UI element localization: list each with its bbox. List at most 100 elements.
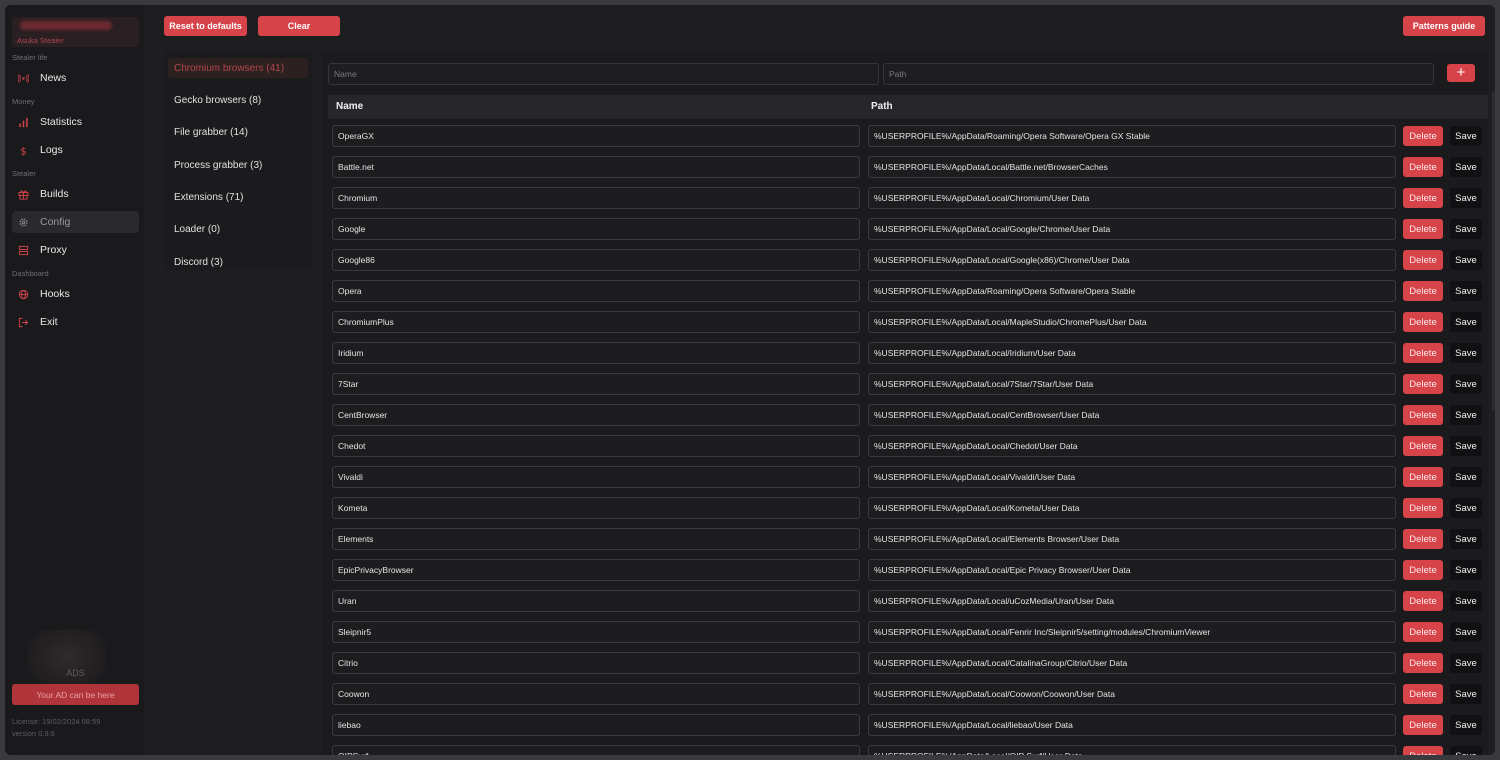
delete-button[interactable]: Delete bbox=[1403, 250, 1443, 270]
delete-button[interactable]: Delete bbox=[1403, 405, 1443, 425]
save-button[interactable]: Save bbox=[1450, 529, 1482, 549]
row-path-field[interactable]: %USERPROFILE%/AppData/Local/uCozMedia/Ur… bbox=[868, 590, 1396, 612]
delete-button[interactable]: Delete bbox=[1403, 312, 1443, 332]
row-name-field[interactable]: Kometa bbox=[332, 497, 860, 519]
tab-file-grabber[interactable]: File grabber (14) bbox=[168, 122, 308, 142]
sidebar-item-config[interactable]: Config bbox=[12, 211, 139, 233]
delete-button[interactable]: Delete bbox=[1403, 188, 1443, 208]
delete-button[interactable]: Delete bbox=[1403, 529, 1443, 549]
save-button[interactable]: Save bbox=[1450, 312, 1482, 332]
save-button[interactable]: Save bbox=[1450, 281, 1482, 301]
row-path-field[interactable]: %USERPROFILE%/AppData/Local/Chromium/Use… bbox=[868, 187, 1396, 209]
row-path-field[interactable]: %USERPROFILE%/AppData/Local/7Star/7Star/… bbox=[868, 373, 1396, 395]
row-path-field[interactable]: %USERPROFILE%/AppData/Local/Google(x86)/… bbox=[868, 249, 1396, 271]
save-button[interactable]: Save bbox=[1450, 560, 1482, 580]
row-path-field[interactable]: %USERPROFILE%/AppData/Local/Google/Chrom… bbox=[868, 218, 1396, 240]
tab-extensions[interactable]: Extensions (71) bbox=[168, 187, 308, 207]
save-button[interactable]: Save bbox=[1450, 715, 1482, 735]
row-name-field[interactable]: Elements bbox=[332, 528, 860, 550]
row-path-field[interactable]: %USERPROFILE%/AppData/Local/Elements Bro… bbox=[868, 528, 1396, 550]
delete-button[interactable]: Delete bbox=[1403, 219, 1443, 239]
sidebar-item-proxy[interactable]: Proxy bbox=[12, 239, 139, 261]
row-name-field[interactable]: Citrio bbox=[332, 652, 860, 674]
row-name-field[interactable]: Google bbox=[332, 218, 860, 240]
save-button[interactable]: Save bbox=[1450, 591, 1482, 611]
row-path-field[interactable]: %USERPROFILE%/AppData/Roaming/Opera Soft… bbox=[868, 125, 1396, 147]
row-path-field[interactable]: %USERPROFILE%/AppData/Local/Epic Privacy… bbox=[868, 559, 1396, 581]
name-input[interactable]: Name bbox=[328, 63, 879, 85]
tab-process-grabber[interactable]: Process grabber (3) bbox=[168, 155, 308, 175]
tab-loader[interactable]: Loader (0) bbox=[168, 219, 308, 239]
tab-chromium-browsers[interactable]: Chromium browsers (41) bbox=[168, 58, 308, 78]
delete-button[interactable]: Delete bbox=[1403, 374, 1443, 394]
row-path-field[interactable]: %USERPROFILE%/AppData/Local/Coowon/Coowo… bbox=[868, 683, 1396, 705]
row-name-field[interactable]: ChromiumPlus bbox=[332, 311, 860, 333]
row-name-field[interactable]: 7Star bbox=[332, 373, 860, 395]
row-name-field[interactable]: Google86 bbox=[332, 249, 860, 271]
row-name-field[interactable]: Battle.net bbox=[332, 156, 860, 178]
delete-button[interactable]: Delete bbox=[1403, 715, 1443, 735]
row-name-field[interactable]: Iridium bbox=[332, 342, 860, 364]
sidebar-item-builds[interactable]: Builds bbox=[12, 183, 139, 205]
tab-gecko-browsers[interactable]: Gecko browsers (8) bbox=[168, 90, 308, 110]
delete-button[interactable]: Delete bbox=[1403, 622, 1443, 642]
sidebar-item-exit[interactable]: Exit bbox=[12, 311, 139, 333]
row-path-field[interactable]: %USERPROFILE%/AppData/Local/Kometa/User … bbox=[868, 497, 1396, 519]
save-button[interactable]: Save bbox=[1450, 746, 1482, 755]
row-path-field[interactable]: %USERPROFILE%/AppData/Local/CatalinaGrou… bbox=[868, 652, 1396, 674]
delete-button[interactable]: Delete bbox=[1403, 126, 1443, 146]
save-button[interactable]: Save bbox=[1450, 157, 1482, 177]
row-name-field[interactable]: Chromium bbox=[332, 187, 860, 209]
save-button[interactable]: Save bbox=[1450, 653, 1482, 673]
reset-defaults-button[interactable]: Reset to defaults bbox=[164, 16, 247, 36]
delete-button[interactable]: Delete bbox=[1403, 560, 1443, 580]
delete-button[interactable]: Delete bbox=[1403, 281, 1443, 301]
sidebar-item-logs[interactable]: $ Logs bbox=[12, 139, 139, 161]
save-button[interactable]: Save bbox=[1450, 126, 1482, 146]
row-name-field[interactable]: liebao bbox=[332, 714, 860, 736]
row-name-field[interactable]: EpicPrivacyBrowser bbox=[332, 559, 860, 581]
tab-discord[interactable]: Discord (3) bbox=[168, 252, 308, 272]
delete-button[interactable]: Delete bbox=[1403, 467, 1443, 487]
ad-placeholder-button[interactable]: Your AD can be here bbox=[12, 684, 139, 705]
save-button[interactable]: Save bbox=[1450, 343, 1482, 363]
save-button[interactable]: Save bbox=[1450, 188, 1482, 208]
row-path-field[interactable]: %USERPROFILE%/AppData/Local/MapleStudio/… bbox=[868, 311, 1396, 333]
delete-button[interactable]: Delete bbox=[1403, 591, 1443, 611]
sidebar-item-hooks[interactable]: Hooks bbox=[12, 283, 139, 305]
delete-button[interactable]: Delete bbox=[1403, 746, 1443, 755]
sidebar-item-statistics[interactable]: Statistics bbox=[12, 111, 139, 133]
row-path-field[interactable]: %USERPROFILE%/AppData/Local/Fenrir Inc/S… bbox=[868, 621, 1396, 643]
save-button[interactable]: Save bbox=[1450, 219, 1482, 239]
row-name-field[interactable]: OperaGX bbox=[332, 125, 860, 147]
row-name-field[interactable]: Vivaldi bbox=[332, 466, 860, 488]
sidebar-item-news[interactable]: News bbox=[12, 67, 139, 89]
delete-button[interactable]: Delete bbox=[1403, 684, 1443, 704]
row-path-field[interactable]: %USERPROFILE%/AppData/Local/Iridium/User… bbox=[868, 342, 1396, 364]
row-name-field[interactable]: Coowon bbox=[332, 683, 860, 705]
row-name-field[interactable]: Opera bbox=[332, 280, 860, 302]
save-button[interactable]: Save bbox=[1450, 684, 1482, 704]
save-button[interactable]: Save bbox=[1450, 622, 1482, 642]
row-name-field[interactable]: Chedot bbox=[332, 435, 860, 457]
save-button[interactable]: Save bbox=[1450, 436, 1482, 456]
row-name-field[interactable]: Uran bbox=[332, 590, 860, 612]
scrollbar[interactable] bbox=[1492, 91, 1495, 411]
patterns-guide-button[interactable]: Patterns guide bbox=[1403, 16, 1485, 36]
delete-button[interactable]: Delete bbox=[1403, 157, 1443, 177]
row-name-field[interactable]: QIPSurf bbox=[332, 745, 860, 755]
save-button[interactable]: Save bbox=[1450, 467, 1482, 487]
save-button[interactable]: Save bbox=[1450, 405, 1482, 425]
row-path-field[interactable]: %USERPROFILE%/AppData/Local/Battle.net/B… bbox=[868, 156, 1396, 178]
save-button[interactable]: Save bbox=[1450, 250, 1482, 270]
row-path-field[interactable]: %USERPROFILE%/AppData/Local/liebao/User … bbox=[868, 714, 1396, 736]
row-path-field[interactable]: %USERPROFILE%/AppData/Local/Chedot/User … bbox=[868, 435, 1396, 457]
delete-button[interactable]: Delete bbox=[1403, 653, 1443, 673]
row-path-field[interactable]: %USERPROFILE%/AppData/Roaming/Opera Soft… bbox=[868, 280, 1396, 302]
clear-button[interactable]: Clear bbox=[258, 16, 340, 36]
row-name-field[interactable]: Sleipnir5 bbox=[332, 621, 860, 643]
delete-button[interactable]: Delete bbox=[1403, 343, 1443, 363]
path-input[interactable]: Path bbox=[883, 63, 1434, 85]
row-name-field[interactable]: CentBrowser bbox=[332, 404, 860, 426]
row-path-field[interactable]: %USERPROFILE%/AppData/Local/CentBrowser/… bbox=[868, 404, 1396, 426]
